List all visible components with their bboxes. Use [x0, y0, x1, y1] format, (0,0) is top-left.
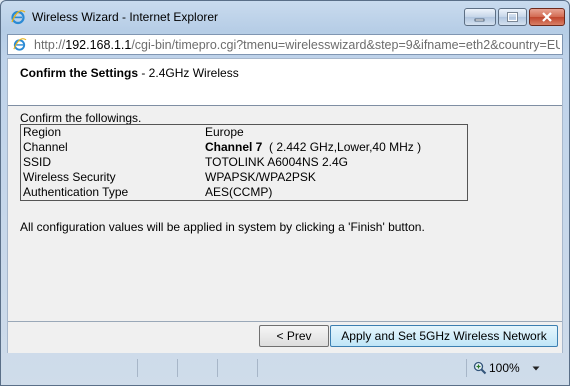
apply-note: All configuration values will be applied…	[20, 220, 425, 234]
setting-value: TOTOLINK A6004NS 2.4G	[205, 155, 348, 169]
table-row: Channel Channel 7 ( 2.442 GHz,Lower,40 M…	[21, 140, 468, 155]
intro-text: Confirm the followings.	[20, 111, 142, 125]
status-divider	[466, 359, 467, 377]
setting-value: Channel 7 ( 2.442 GHz,Lower,40 MHz )	[205, 140, 422, 154]
title-bar[interactable]: Wireless Wizard - Internet Explorer	[1, 1, 569, 31]
address-bar[interactable]: http://192.168.1.1/cgi-bin/timepro.cgi?t…	[7, 34, 563, 55]
close-button[interactable]	[529, 8, 565, 26]
table-row: SSID TOTOLINK A6004NS 2.4G	[21, 155, 468, 170]
zoom-level[interactable]: 100%	[489, 361, 520, 375]
prev-button[interactable]: < Prev	[259, 325, 329, 347]
maximize-button[interactable]	[498, 8, 527, 26]
page-content: Confirm the Settings - 2.4GHz Wireless C…	[7, 58, 563, 353]
chevron-down-icon[interactable]	[531, 361, 541, 373]
status-divider	[257, 359, 258, 377]
status-divider	[217, 359, 218, 377]
window-title: Wireless Wizard - Internet Explorer	[32, 10, 219, 24]
status-bar: 100%	[7, 356, 563, 380]
ie-page-icon	[12, 37, 27, 52]
status-divider	[137, 359, 138, 377]
page-header: Confirm the Settings - 2.4GHz Wireless	[8, 59, 562, 106]
settings-table: Region Europe Channel Channel 7 ( 2.442 …	[20, 124, 468, 201]
setting-value: Europe	[205, 125, 244, 139]
table-row: Region Europe	[21, 125, 468, 141]
apply-5ghz-button[interactable]: Apply and Set 5GHz Wireless Network	[330, 325, 558, 347]
setting-label: Region	[23, 125, 62, 139]
page-title: Confirm the Settings - 2.4GHz Wireless	[20, 66, 239, 80]
setting-value: AES(CCMP)	[205, 185, 273, 199]
button-bar: < Prev Apply and Set 5GHz Wireless Netwo…	[8, 321, 562, 353]
url-text[interactable]: http://192.168.1.1/cgi-bin/timepro.cgi?t…	[34, 38, 560, 52]
setting-label: Authentication Type	[23, 185, 129, 199]
table-row: Wireless Security WPAPSK/WPA2PSK	[21, 170, 468, 185]
status-divider	[177, 359, 178, 377]
ie-icon	[10, 9, 26, 25]
url-host: 192.168.1.1	[65, 38, 132, 52]
setting-label: Channel	[23, 140, 68, 154]
minimize-button[interactable]	[464, 8, 496, 26]
table-row: Authentication Type AES(CCMP)	[21, 185, 468, 201]
setting-value: WPAPSK/WPA2PSK	[205, 170, 316, 184]
browser-window: Wireless Wizard - Internet Explorer http…	[0, 0, 570, 386]
zoom-icon[interactable]	[473, 361, 487, 375]
setting-label: SSID	[23, 155, 52, 169]
setting-label: Wireless Security	[23, 170, 116, 184]
